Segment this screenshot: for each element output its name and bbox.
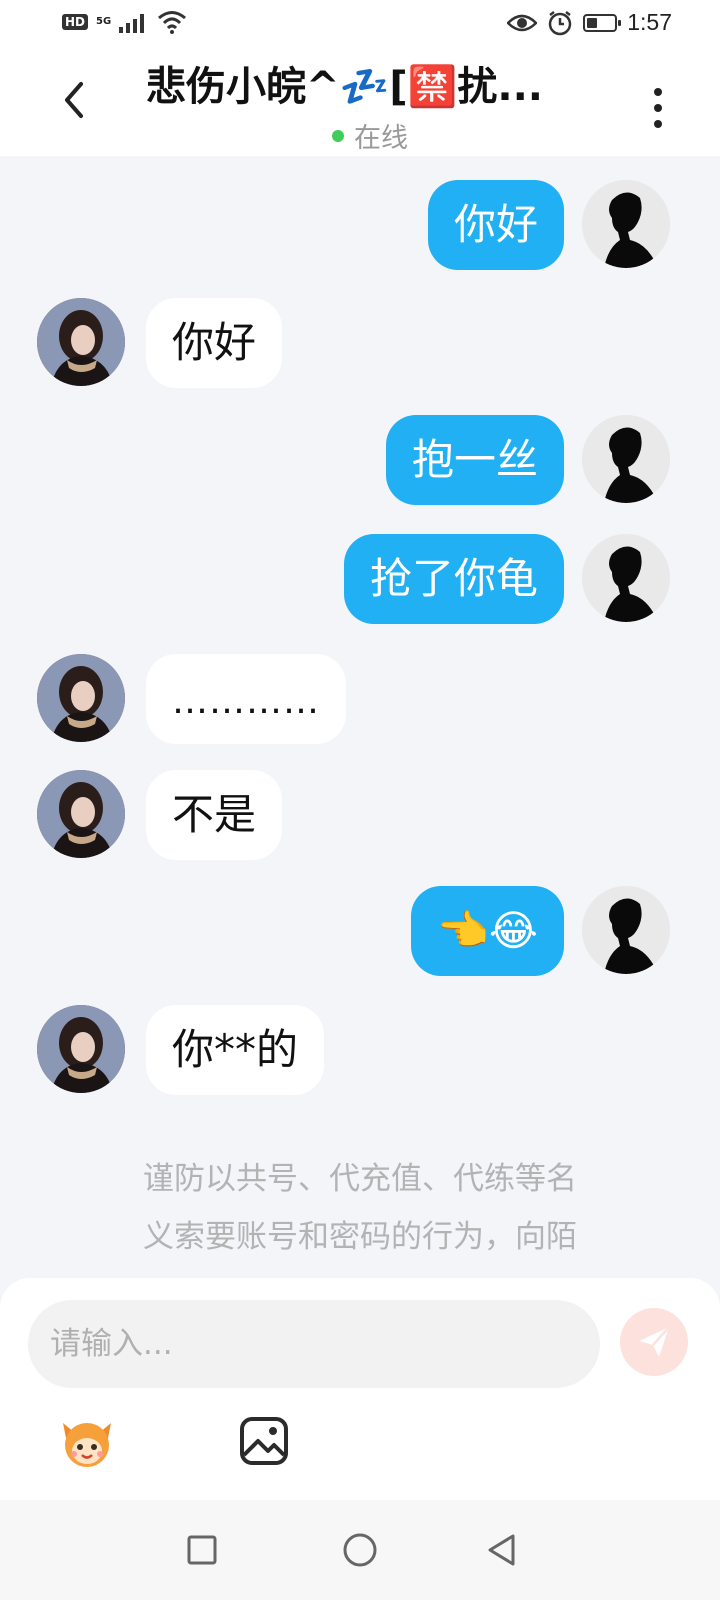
status-right: 1:57 (507, 9, 672, 36)
image-icon (240, 1417, 288, 1465)
silhouette-avatar-icon (582, 415, 670, 503)
chevron-left-icon (65, 82, 83, 118)
status-left: HD 5G (62, 10, 187, 34)
contact-message-bubble[interactable]: ………… (146, 654, 346, 744)
contact-avatar[interactable] (37, 654, 125, 742)
my-message-bubble[interactable]: 抱一丝 (385, 415, 564, 505)
send-button[interactable] (620, 1308, 688, 1376)
system-nav-bar (0, 1500, 720, 1600)
contact-message-bubble[interactable]: 你**的 (146, 1005, 325, 1095)
contact-photo-icon (37, 1005, 125, 1093)
silhouette-avatar-icon (582, 534, 670, 622)
back-button[interactable] (44, 70, 104, 130)
signal-icon (119, 14, 145, 33)
more-options-button[interactable] (636, 78, 680, 138)
my-message-bubble[interactable]: 抢了你龟 (343, 534, 564, 624)
back-nav-button[interactable] (476, 1524, 528, 1576)
chat-header: 悲伤小皖^💤[🈲扰... 在线 (0, 48, 720, 156)
square-icon (187, 1535, 217, 1565)
message-row-1: 你好 (0, 180, 720, 270)
message-row-3: 抱一丝 (0, 415, 720, 505)
message-row-2: 你好 (0, 298, 720, 388)
safety-notice-line-1: 谨防以共号、代充值、代练等名 (143, 1161, 577, 1197)
alarm-icon (548, 10, 572, 35)
my-avatar[interactable] (582, 534, 670, 622)
message-row-5: ………… (0, 654, 720, 744)
circle-icon (343, 1533, 377, 1567)
contact-photo-icon (37, 654, 125, 742)
status-bar: HD 5G 1:57 (0, 0, 720, 48)
online-status: 在线 (332, 116, 408, 155)
contact-photo-icon (37, 770, 125, 858)
contact-photo-icon (37, 298, 125, 386)
message-row-8: 你**的 (0, 1005, 720, 1095)
silhouette-avatar-icon (582, 180, 670, 268)
chat-title: 悲伤小皖^💤[🈲扰... (146, 64, 543, 110)
contact-avatar[interactable] (37, 1005, 125, 1093)
message-row-6: 不是 (0, 770, 720, 860)
wifi-icon (158, 11, 187, 34)
mascot-sticker-icon (63, 1423, 111, 1467)
online-label: 在线 (354, 123, 408, 154)
hd-indicator: HD (62, 14, 89, 30)
recents-button[interactable] (176, 1524, 228, 1576)
clock: 1:57 (627, 9, 672, 35)
paper-plane-icon (639, 1326, 670, 1357)
composer (0, 1278, 720, 1500)
contact-avatar[interactable] (37, 770, 125, 858)
silhouette-avatar-icon (582, 886, 670, 974)
sticker-button[interactable] (52, 1406, 122, 1476)
triangle-back-icon (488, 1534, 515, 1566)
safety-notice: 谨防以共号、代充值、代练等名 义索要账号和密码的行为，向陌 (80, 1150, 640, 1266)
my-message-bubble[interactable]: 👈😂 (410, 886, 564, 976)
safety-notice-line-2: 义索要账号和密码的行为，向陌 (143, 1219, 577, 1255)
message-row-7: 👈😂 (0, 886, 720, 976)
my-avatar[interactable] (582, 886, 670, 974)
my-avatar[interactable] (582, 415, 670, 503)
ellipsis-text: ………… (172, 681, 320, 722)
my-avatar[interactable] (582, 180, 670, 268)
image-button[interactable] (229, 1406, 299, 1476)
home-button[interactable] (334, 1524, 386, 1576)
message-row-4: 抢了你龟 (0, 534, 720, 624)
message-input[interactable] (28, 1300, 600, 1388)
contact-message-bubble[interactable]: 不是 (146, 770, 283, 860)
battery-icon (583, 13, 622, 32)
my-message-bubble[interactable]: 你好 (427, 180, 564, 270)
online-dot-icon (332, 129, 344, 142)
contact-avatar[interactable] (37, 298, 125, 386)
contact-message-bubble[interactable]: 你好 (146, 298, 283, 388)
eye-icon (507, 14, 538, 31)
network-type: 5G (96, 16, 112, 27)
